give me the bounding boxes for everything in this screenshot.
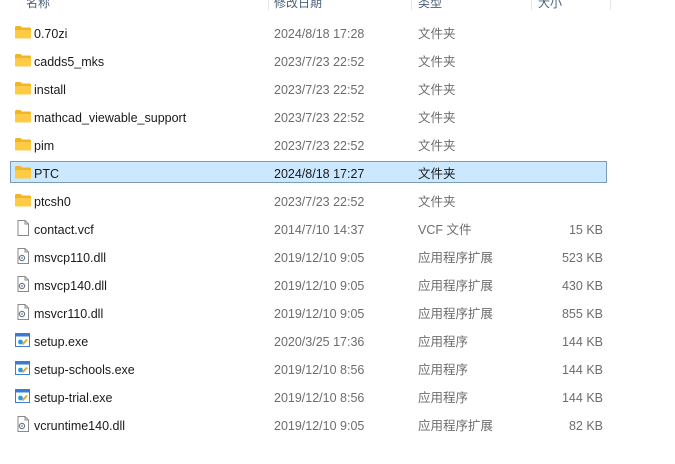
file-size: 82 KB	[568, 419, 603, 433]
file-row[interactable]: PTC 2024/8/18 17:27 文件夹	[0, 160, 675, 188]
folder-icon	[14, 164, 32, 180]
file-size	[540, 76, 603, 104]
column-name-header[interactable]: 名称	[26, 0, 50, 16]
file-size	[540, 20, 603, 48]
file-type: 应用程序扩展	[418, 279, 494, 293]
column-size-header[interactable]: 大小	[538, 0, 562, 16]
file-date: 2023/7/23 22:52	[274, 111, 365, 125]
file-type: 文件夹	[418, 195, 456, 209]
file-row[interactable]: setup-schools.exe 2019/12/10 8:56 应用程序 144 …	[0, 356, 675, 384]
folder-icon	[14, 80, 32, 96]
file-row[interactable]: contact.vcf 2014/7/10 14:37 VCF 文件 15 KB	[0, 216, 675, 244]
file-row[interactable]: setup-trial.exe 2019/12/10 8:56 应用程序 144 KB	[0, 384, 675, 412]
file-type: VCF 文件	[418, 223, 472, 237]
file-size: 144 KB	[561, 363, 603, 377]
file-size	[540, 188, 603, 216]
file-row[interactable]: 0.70zi 2024/8/18 17:28 文件夹	[0, 20, 675, 48]
file-date: 2024/8/18 17:28	[274, 27, 365, 41]
file-date: 2019/12/10 9:05	[274, 419, 365, 433]
file-date: 2019/12/10 8:56	[274, 363, 365, 377]
file-type: 文件夹	[418, 83, 456, 97]
file-row[interactable]: cadds5_mks 2023/7/23 22:52 文件夹	[0, 48, 675, 76]
file-date: 2019/12/10 9:05	[274, 251, 365, 265]
column-date-header[interactable]: 修改日期	[274, 0, 322, 16]
file-name[interactable]: pim	[34, 132, 54, 160]
column-divider[interactable]	[411, 0, 412, 10]
file-date: 2023/7/23 22:52	[274, 139, 365, 153]
file-name[interactable]: setup.exe	[34, 328, 88, 356]
file-row[interactable]: ptcsh0 2023/7/23 22:52 文件夹	[0, 188, 675, 216]
file-row[interactable]: msvcr110.dll 2019/12/10 9:05 应用程序扩展 855 KB	[0, 300, 675, 328]
dll-file-icon	[14, 276, 32, 292]
file-date: 2024/8/18 17:27	[274, 167, 365, 181]
file-type: 文件夹	[418, 27, 456, 41]
dll-file-icon	[14, 416, 32, 432]
file-row[interactable]: mathcad_viewable_support 2023/7/23 22:52 文…	[0, 104, 675, 132]
file-type: 应用程序	[418, 335, 469, 349]
file-row[interactable]: msvcp110.dll 2019/12/10 9:05 应用程序扩展 523 KB	[0, 244, 675, 272]
column-divider[interactable]	[531, 0, 532, 10]
file-name[interactable]: setup-trial.exe	[34, 384, 113, 412]
file-size: 855 KB	[561, 307, 603, 321]
file-size: 144 KB	[561, 391, 603, 405]
column-header: 名称 修改日期 类型 大小	[0, 0, 675, 16]
file-size	[540, 104, 603, 132]
column-divider[interactable]	[268, 0, 269, 10]
file-date: 2019/12/10 8:56	[274, 391, 365, 405]
file-size	[540, 48, 603, 76]
file-name[interactable]: setup-schools.exe	[34, 356, 135, 384]
file-type: 应用程序	[418, 363, 469, 377]
file-size: 523 KB	[561, 251, 603, 265]
dll-file-icon	[14, 248, 32, 264]
column-divider[interactable]	[610, 0, 611, 10]
file-type: 文件夹	[418, 167, 456, 181]
exe-icon	[14, 332, 32, 348]
file-type: 文件夹	[418, 139, 456, 153]
exe-icon	[14, 360, 32, 376]
file-date: 2023/7/23 22:52	[274, 83, 365, 97]
file-row[interactable]: msvcp140.dll 2019/12/10 9:05 应用程序扩展 430 KB	[0, 272, 675, 300]
file-name[interactable]: vcruntime140.dll	[34, 412, 125, 440]
folder-icon	[14, 108, 32, 124]
file-name[interactable]: install	[34, 76, 66, 104]
file-date: 2019/12/10 9:05	[274, 279, 365, 293]
file-type: 文件夹	[418, 111, 456, 125]
file-name[interactable]: PTC	[34, 160, 59, 188]
file-size: 144 KB	[561, 335, 603, 349]
exe-icon	[14, 388, 32, 404]
file-name[interactable]: 0.70zi	[34, 20, 67, 48]
column-type-header[interactable]: 类型	[418, 0, 442, 16]
file-row[interactable]: pim 2023/7/23 22:52 文件夹	[0, 132, 675, 160]
file-type: 应用程序扩展	[418, 251, 494, 265]
file-row[interactable]: vcruntime140.dll 2019/12/10 9:05 应用程序扩展 82 …	[0, 412, 675, 440]
file-size: 15 KB	[568, 223, 603, 237]
file-date: 2023/7/23 22:52	[274, 55, 365, 69]
folder-icon	[14, 52, 32, 68]
file-name[interactable]: contact.vcf	[34, 216, 94, 244]
folder-icon	[14, 136, 32, 152]
file-type: 应用程序扩展	[418, 419, 494, 433]
file-type: 文件夹	[418, 55, 456, 69]
file-name[interactable]: msvcp140.dll	[34, 272, 107, 300]
file-date: 2019/12/10 9:05	[274, 307, 365, 321]
file-type: 应用程序扩展	[418, 307, 494, 321]
file-size	[540, 132, 603, 160]
file-type: 应用程序	[418, 391, 469, 405]
dll-file-icon	[14, 304, 32, 320]
file-name[interactable]: msvcp110.dll	[34, 244, 106, 272]
file-size	[540, 160, 603, 188]
file-name[interactable]: msvcr110.dll	[34, 300, 103, 328]
folder-icon	[14, 192, 32, 208]
file-row[interactable]: install 2023/7/23 22:52 文件夹	[0, 76, 675, 104]
file-name[interactable]: cadds5_mks	[34, 48, 104, 76]
file-date: 2014/7/10 14:37	[274, 223, 365, 237]
file-name[interactable]: mathcad_viewable_support	[34, 104, 186, 132]
file-date: 2020/3/25 17:36	[274, 335, 365, 349]
file-size: 430 KB	[561, 279, 603, 293]
file-name[interactable]: ptcsh0	[34, 188, 71, 216]
file-row[interactable]: setup.exe 2020/3/25 17:36 应用程序 144 KB	[0, 328, 675, 356]
folder-icon	[14, 24, 32, 40]
file-icon	[14, 220, 32, 236]
file-date: 2023/7/23 22:52	[274, 195, 365, 209]
